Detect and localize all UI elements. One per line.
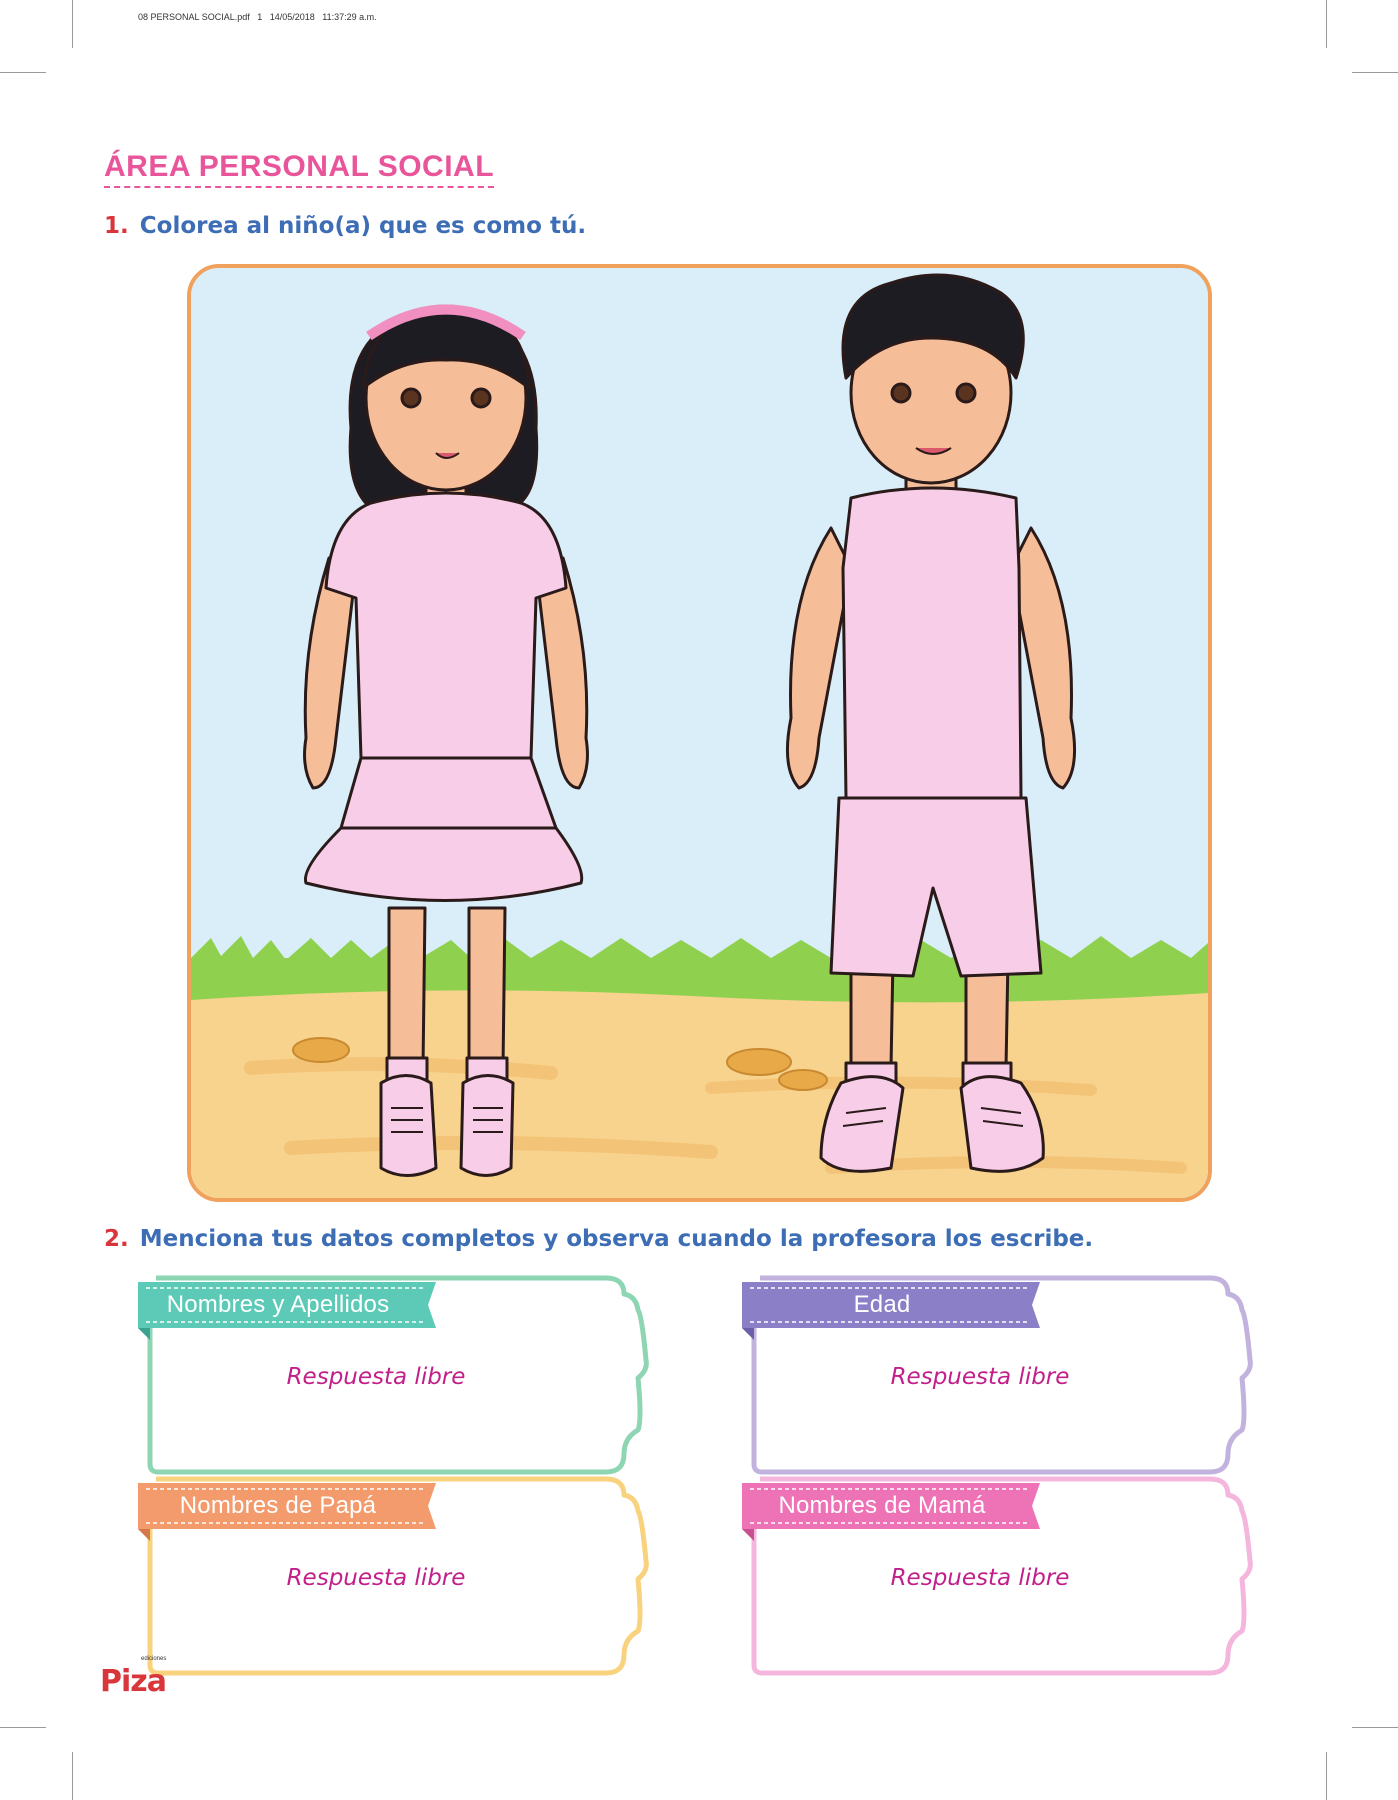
question-1-number: 1. [104,213,129,239]
section-title: ÁREA PERSONAL SOCIAL [104,150,495,188]
card-nombres-papa: Nombres de Papá Respuesta libre [136,1471,656,1681]
card-title: Nombres de Mamá [778,1492,986,1519]
crop-mark [1326,1752,1327,1800]
question-2-text: Menciona tus datos completos y observa c… [139,1226,1094,1252]
publisher-name: Piza [100,1664,167,1699]
question-2-number: 2. [104,1226,129,1252]
publisher-logo: ediciones Piza [100,1656,190,1706]
card-edad: Edad Respuesta libre [740,1270,1260,1480]
card-title: Nombres de Papá [179,1492,377,1519]
crop-mark [0,1727,46,1728]
file-header: 08 PERSONAL SOCIAL.pdf 1 14/05/2018 11:3… [138,12,377,22]
children-illustration [187,264,1212,1202]
card-title: Nombres y Apellidos [166,1291,390,1318]
crop-mark [0,72,46,73]
card-answer: Respuesta libre [286,1565,466,1591]
crop-mark [72,0,73,48]
card-nombres-mama: Nombres de Mamá Respuesta libre [740,1471,1260,1681]
question-1: 1. Colorea al niño(a) que es como tú. [104,213,586,239]
crop-mark [1352,72,1398,73]
question-1-text: Colorea al niño(a) que es como tú. [139,213,587,239]
crop-mark [72,1752,73,1800]
card-answer: Respuesta libre [890,1364,1070,1390]
card-nombres-apellidos: Nombres y Apellidos Respuesta libre [136,1270,656,1480]
card-answer: Respuesta libre [286,1364,466,1390]
card-answer: Respuesta libre [890,1565,1070,1591]
crop-mark [1326,0,1327,48]
crop-mark [1352,1727,1398,1728]
card-title: Edad [853,1291,911,1318]
publisher-small-text: ediciones [141,1656,167,1662]
question-2: 2. Menciona tus datos completos y observ… [104,1226,1093,1252]
